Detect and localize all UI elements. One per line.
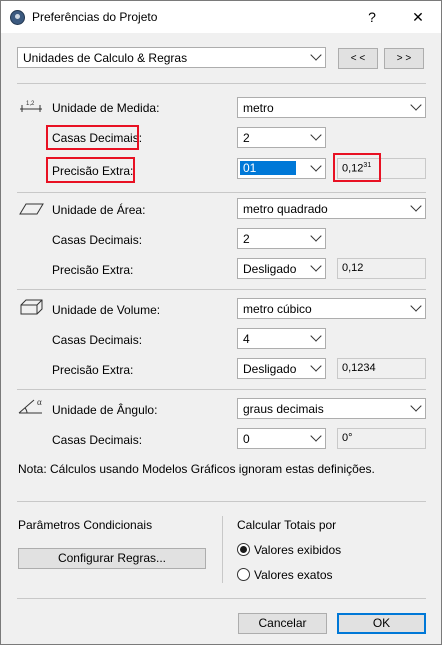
medida-precision-dropdown[interactable]: 01	[237, 158, 326, 179]
window-title: Preferências do Projeto	[32, 10, 158, 24]
totals-title: Calcular Totais por	[237, 518, 337, 532]
conditional-title: Parâmetros Condicionais	[18, 518, 153, 532]
area-precision-dropdown[interactable]: Desligado	[237, 258, 326, 279]
chevron-down-icon	[410, 200, 422, 212]
medida-precision-value: 01	[240, 161, 296, 175]
highlight-box	[333, 153, 381, 182]
chevron-down-icon	[310, 330, 322, 342]
radio-valores-exibidos[interactable]	[237, 543, 250, 556]
volume-precision-label: Precisão Extra:	[52, 363, 134, 377]
volume-precision-dropdown[interactable]: Desligado	[237, 358, 326, 379]
medida-unit-value: metro	[243, 101, 274, 115]
chevron-down-icon	[310, 260, 322, 272]
chevron-down-icon	[310, 160, 322, 172]
separator	[17, 192, 426, 193]
length-measure-icon: 1,2	[20, 101, 42, 112]
area-label: Unidade de Área:	[52, 203, 146, 217]
volume-decimals-label: Casas Decimais:	[52, 333, 143, 347]
help-button[interactable]: ?	[357, 7, 387, 27]
radio-valores-exibidos-label: Valores exibidos	[254, 543, 342, 557]
configure-rules-button[interactable]: Configurar Regras...	[18, 548, 206, 569]
note-text: Nota: Cálculos usando Modelos Gráficos i…	[18, 462, 375, 476]
separator	[17, 389, 426, 390]
chevron-down-icon	[410, 300, 422, 312]
volume-preview-value: 0,1234	[342, 362, 376, 374]
volume-unit-dropdown[interactable]: metro cúbico	[237, 298, 426, 319]
prev-page-button[interactable]: < <	[338, 48, 378, 69]
angulo-decimals-dropdown[interactable]: 0	[237, 428, 326, 449]
chevron-down-icon	[410, 400, 422, 412]
svg-text:1,2: 1,2	[26, 101, 35, 107]
medida-decimals-value: 2	[243, 131, 250, 145]
archicad-logo-icon	[10, 10, 25, 25]
chevron-down-icon	[310, 360, 322, 372]
area-preview-field: 0,12	[337, 258, 426, 279]
volume-unit-value: metro cúbico	[243, 302, 312, 316]
angulo-decimals-label: Casas Decimais:	[52, 433, 143, 447]
next-page-button[interactable]: > >	[384, 48, 424, 69]
medida-label: Unidade de Medida:	[52, 101, 160, 115]
ok-button[interactable]: OK	[337, 613, 426, 634]
medida-unit-dropdown[interactable]: metro	[237, 97, 426, 118]
separator	[17, 289, 426, 290]
preferences-dialog: Preferências do Projeto ? ✕ Unidades de …	[0, 0, 442, 645]
chevron-down-icon	[310, 129, 322, 141]
highlight-box	[46, 157, 135, 183]
angulo-unit-value: graus decimais	[243, 402, 324, 416]
svg-text:α: α	[37, 397, 42, 407]
area-unit-dropdown[interactable]: metro quadrado	[237, 198, 426, 219]
angulo-label: Unidade de Ângulo:	[52, 403, 158, 417]
area-parallelogram-icon	[19, 203, 44, 215]
area-preview-value: 0,12	[342, 262, 364, 274]
area-precision-value: Desligado	[243, 262, 297, 276]
radio-valores-exatos[interactable]	[237, 568, 250, 581]
close-button[interactable]: ✕	[403, 7, 433, 27]
cancel-button[interactable]: Cancelar	[238, 613, 327, 634]
angulo-preview-value: 0°	[342, 432, 353, 444]
chevron-down-icon	[310, 49, 322, 61]
area-decimals-value: 2	[243, 232, 250, 246]
area-unit-value: metro quadrado	[243, 202, 328, 216]
volume-preview-field: 0,1234	[337, 358, 426, 379]
area-decimals-label: Casas Decimais:	[52, 233, 143, 247]
volume-decimals-dropdown[interactable]: 4	[237, 328, 326, 349]
category-dropdown[interactable]: Unidades de Calculo & Regras	[17, 47, 326, 68]
highlight-box	[46, 125, 139, 150]
volume-label: Unidade de Volume:	[52, 303, 161, 317]
category-value: Unidades de Calculo & Regras	[23, 51, 188, 65]
area-decimals-dropdown[interactable]: 2	[237, 228, 326, 249]
radio-valores-exatos-label: Valores exatos	[254, 568, 333, 582]
volume-decimals-value: 4	[243, 332, 250, 346]
separator	[17, 501, 426, 502]
volume-box-icon	[20, 299, 43, 315]
angulo-unit-dropdown[interactable]: graus decimais	[237, 398, 426, 419]
chevron-down-icon	[410, 99, 422, 111]
separator	[17, 83, 426, 84]
angulo-preview-field: 0°	[337, 428, 426, 449]
separator	[17, 598, 426, 599]
angle-alpha-icon: α	[18, 397, 42, 414]
vertical-separator	[222, 516, 223, 583]
chevron-down-icon	[310, 430, 322, 442]
area-precision-label: Precisão Extra:	[52, 263, 134, 277]
title-bar: Preferências do Projeto ? ✕	[1, 1, 441, 33]
chevron-down-icon	[310, 230, 322, 242]
angulo-decimals-value: 0	[243, 432, 250, 446]
volume-precision-value: Desligado	[243, 362, 297, 376]
medida-decimals-dropdown[interactable]: 2	[237, 127, 326, 148]
